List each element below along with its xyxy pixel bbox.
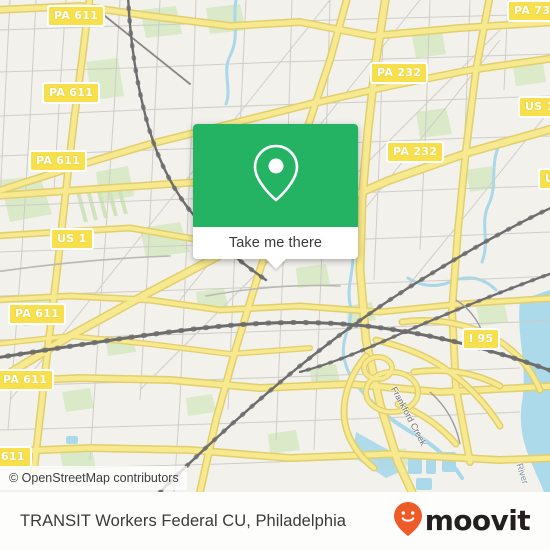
route-shield: US 1 [518, 96, 550, 118]
moovit-smiley-pin-icon [393, 501, 423, 542]
location-pin-icon [250, 142, 302, 209]
attribution-text: © OpenStreetMap contributors [9, 471, 179, 485]
route-shield: PA 611 [29, 150, 88, 172]
moovit-brand[interactable]: moovit [393, 501, 531, 542]
route-shield: PA 73 [507, 0, 550, 22]
map-canvas[interactable]: PA 611 PA 73 PA 232 PA 611 US 1 PA 232 P… [0, 0, 550, 492]
route-shield: US 1 [50, 228, 94, 250]
page-footer: TRANSIT Workers Federal CU, Philadelphia… [0, 492, 550, 550]
route-shield: I 95 [462, 328, 501, 350]
card-action-bar[interactable]: Take me there [193, 227, 358, 269]
map-attribution[interactable]: © OpenStreetMap contributors [0, 466, 187, 490]
route-shield: PA 232 [370, 62, 429, 84]
card-pointer [264, 258, 287, 269]
take-me-there-label: Take me there [228, 235, 323, 251]
take-me-there-card[interactable]: Take me there [193, 124, 358, 269]
route-shield: PA 611 [0, 369, 55, 391]
route-shield: PA 611 [47, 5, 106, 27]
route-shield: 611 [0, 446, 32, 468]
page-title: TRANSIT Workers Federal CU, Philadelphia [20, 511, 347, 530]
moovit-station-map-page: PA 611 PA 73 PA 232 PA 611 US 1 PA 232 P… [0, 0, 550, 550]
route-shield: PA 611 [8, 303, 67, 325]
route-shield: PA 611 [42, 82, 101, 104]
route-shield: U [538, 168, 550, 190]
moovit-wordmark: moovit [424, 504, 531, 537]
route-shield: PA 232 [386, 141, 445, 163]
card-marker-panel [193, 124, 358, 227]
